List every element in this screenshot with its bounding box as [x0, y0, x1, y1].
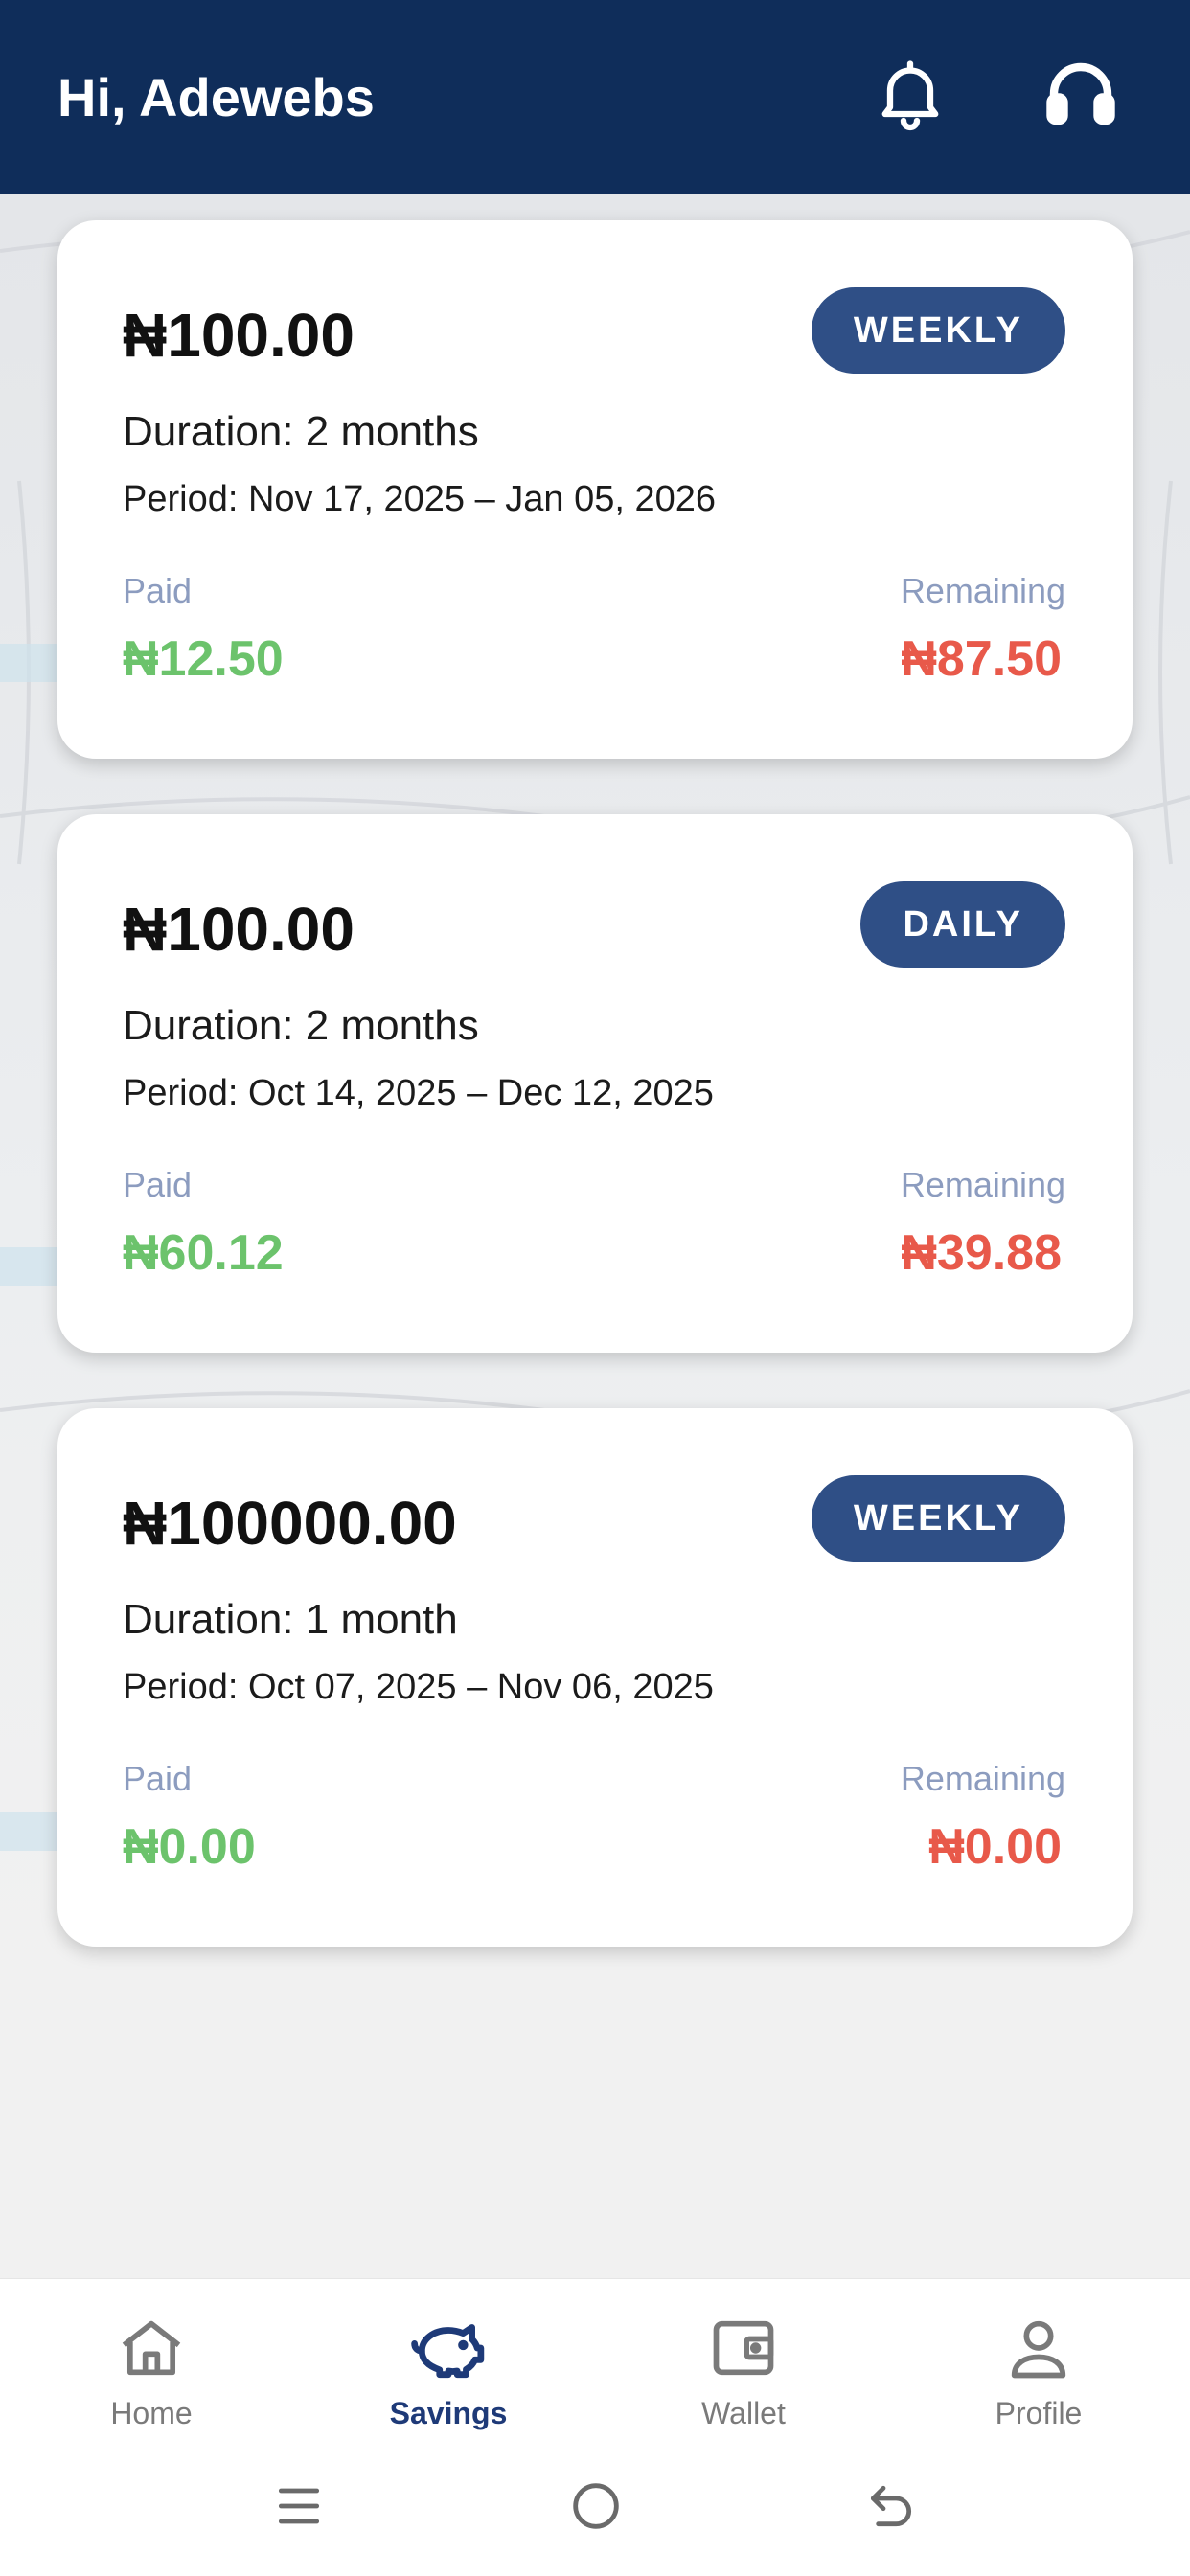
remaining-label: Remaining: [900, 1165, 1065, 1204]
paid-label: Paid: [123, 571, 193, 610]
paid-label: Paid: [123, 1759, 193, 1798]
remaining-label: Remaining: [900, 1759, 1065, 1798]
duration-text: Duration: 2 months: [123, 408, 479, 455]
remaining-value: ₦39.88: [901, 1225, 1062, 1281]
savings-card[interactable]: ₦100.00 DAILY Duration: 2 months Period:…: [57, 814, 1133, 1353]
nav-profile-label: Profile: [995, 2396, 1083, 2430]
system-navigation-bar: [0, 2464, 1190, 2550]
headset-icon[interactable]: [1041, 54, 1121, 134]
piggy-bank-icon: [411, 2324, 485, 2379]
nav-savings[interactable]: Savings: [353, 2312, 544, 2455]
frequency-badge: WEEKLY: [811, 1475, 1065, 1562]
nav-savings-label: Savings: [389, 2396, 508, 2430]
back-icon[interactable]: [860, 2475, 922, 2537]
home-circle-icon[interactable]: [565, 2475, 627, 2537]
savings-card[interactable]: ₦100000.00 WEEKLY Duration: 1 month Peri…: [57, 1408, 1133, 1947]
duration-text: Duration: 1 month: [123, 1596, 458, 1643]
bell-icon[interactable]: [870, 54, 950, 134]
frequency-badge: DAILY: [860, 881, 1065, 968]
app-header: Hi, Adewebs: [0, 0, 1190, 194]
duration-text: Duration: 2 months: [123, 1002, 479, 1049]
paid-value: ₦12.50: [123, 631, 284, 687]
home-icon: [122, 2320, 181, 2376]
remaining-label: Remaining: [900, 571, 1065, 610]
frequency-badge: WEEKLY: [811, 287, 1065, 374]
recent-apps-icon[interactable]: [268, 2475, 330, 2537]
nav-profile[interactable]: Profile: [943, 2312, 1134, 2455]
savings-amount: ₦100000.00: [123, 1489, 457, 1558]
wallet-icon: [713, 2320, 774, 2376]
nav-wallet[interactable]: Wallet: [648, 2312, 839, 2455]
remaining-value: ₦0.00: [928, 1819, 1062, 1875]
profile-icon: [1011, 2320, 1066, 2379]
remaining-value: ₦87.50: [901, 631, 1062, 687]
paid-value: ₦60.12: [123, 1225, 284, 1281]
savings-amount: ₦100.00: [123, 895, 355, 964]
nav-wallet-label: Wallet: [701, 2396, 786, 2430]
paid-value: ₦0.00: [123, 1819, 256, 1875]
period-text: Period: Oct 14, 2025 – Dec 12, 2025: [123, 1073, 714, 1113]
nav-home[interactable]: Home: [56, 2312, 247, 2455]
savings-card[interactable]: ₦100.00 WEEKLY Duration: 2 months Period…: [57, 220, 1133, 759]
greeting-text: Hi, Adewebs: [57, 67, 375, 127]
savings-amount: ₦100.00: [123, 301, 355, 370]
paid-label: Paid: [123, 1165, 193, 1204]
period-text: Period: Oct 07, 2025 – Nov 06, 2025: [123, 1667, 714, 1707]
nav-home-label: Home: [110, 2396, 193, 2430]
period-text: Period: Nov 17, 2025 – Jan 05, 2026: [123, 479, 717, 519]
